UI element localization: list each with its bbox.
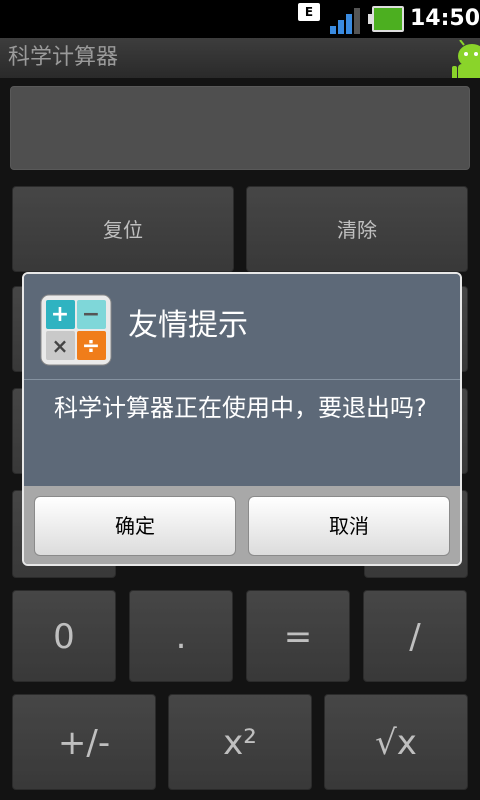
dialog-message: 科学计算器正在使用中，要退出吗?	[54, 394, 427, 422]
app-title-bar: 科学计算器	[0, 38, 480, 78]
exit-confirm-dialog: + − × ÷ 友情提示 科学计算器正在使用中，要退出吗? 确定 取消	[22, 272, 462, 566]
icon-minus: −	[82, 302, 100, 327]
icon-plus: +	[51, 302, 69, 327]
dialog-header: + − × ÷ 友情提示	[24, 274, 460, 380]
signal-icon	[330, 6, 362, 34]
status-bar: E 14:50	[0, 0, 480, 38]
dialog-title: 友情提示	[128, 308, 248, 343]
confirm-button[interactable]: 确定	[34, 496, 236, 556]
app-title: 科学计算器	[8, 45, 119, 70]
dialog-button-bar: 确定 取消	[24, 486, 460, 564]
icon-multiply: ×	[52, 334, 69, 358]
network-type-icon: E	[298, 3, 320, 21]
icon-divide: ÷	[82, 334, 100, 359]
status-time: 14:50	[410, 6, 480, 31]
calculator-app-icon: + − × ÷	[40, 294, 112, 366]
battery-icon	[368, 6, 404, 32]
cancel-button[interactable]: 取消	[248, 496, 450, 556]
